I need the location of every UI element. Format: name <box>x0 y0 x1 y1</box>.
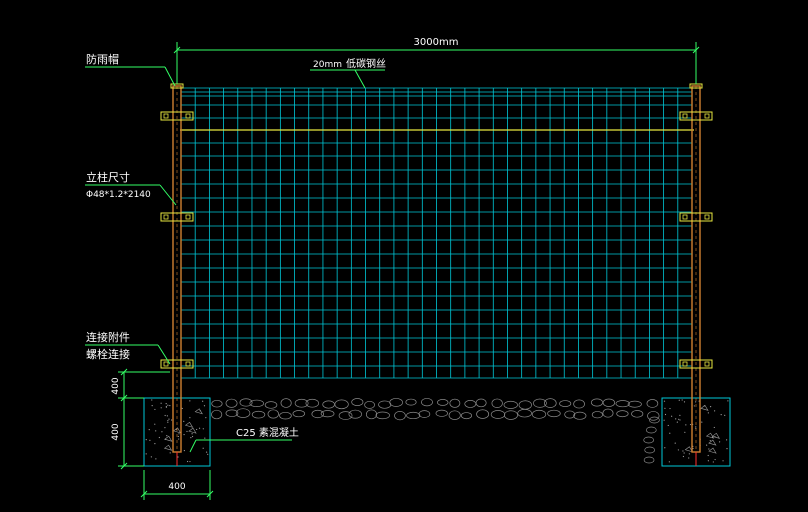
connector-label-2: 螺栓连接 <box>86 347 130 361</box>
mesh-spec-size: 20mm <box>313 60 342 70</box>
fence-elevation-drawing: 3000mm 20mm 低碳钢丝 防雨帽 立柱尺寸 Φ48*1.2*2140 连… <box>85 37 731 500</box>
wire-mesh-panel <box>180 87 693 379</box>
right-post <box>691 85 701 466</box>
mesh-spec-material: 低碳钢丝 <box>346 57 386 70</box>
overall-width-dimension <box>173 42 700 84</box>
footing-concrete-hatch <box>145 399 729 463</box>
left-post <box>172 85 182 466</box>
overall-width-text: 3000mm <box>414 37 459 48</box>
concrete-label: C25 素混凝土 <box>236 426 299 439</box>
dim-footing-depth-text: 400 <box>111 423 121 440</box>
dim-above-ground-text: 400 <box>111 377 121 394</box>
post-size-value: Φ48*1.2*2140 <box>86 190 151 200</box>
mesh-spec-annotation: 20mm 低碳钢丝 <box>310 57 386 89</box>
rain-cap-annotation: 防雨帽 <box>85 52 176 87</box>
connector-annotation: 连接附件 螺栓连接 <box>85 330 171 365</box>
post-size-label: 立柱尺寸 <box>86 170 130 184</box>
dim-footing-width-text: 400 <box>168 482 185 492</box>
post-size-annotation: 立柱尺寸 Φ48*1.2*2140 <box>85 170 177 206</box>
concrete-annotation: C25 素混凝土 <box>189 426 299 453</box>
connector-label-1: 连接附件 <box>86 330 130 344</box>
rain-cap-label: 防雨帽 <box>86 52 119 66</box>
